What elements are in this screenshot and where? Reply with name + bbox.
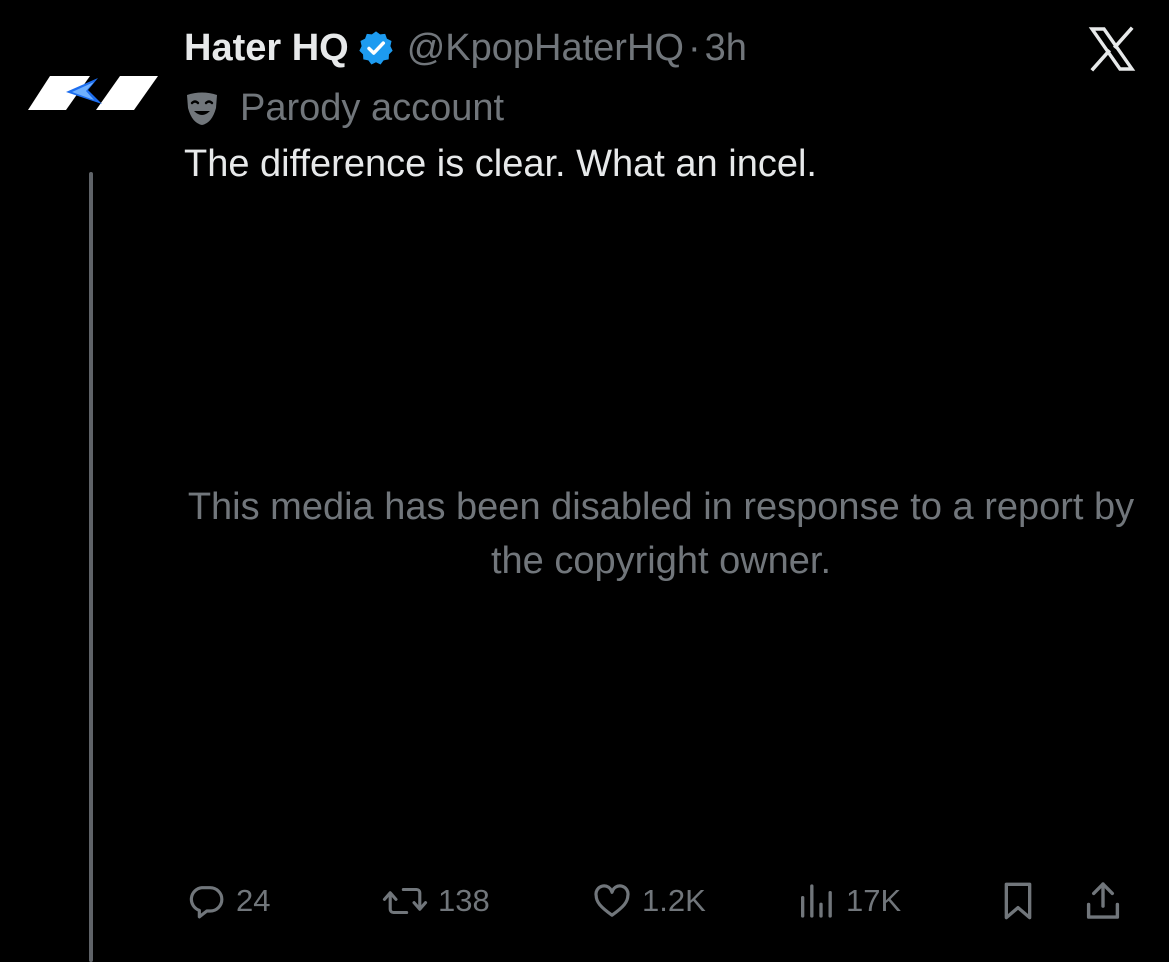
media-disabled-notice: This media has been disabled in response…: [187, 486, 1135, 582]
reply-count: 24: [236, 883, 271, 918]
display-name[interactable]: Hater HQ: [184, 27, 349, 70]
reply-icon: [189, 886, 224, 919]
views-count: 17K: [846, 883, 902, 918]
like-button[interactable]: 1.2K: [592, 876, 706, 926]
share-button[interactable]: [1082, 876, 1124, 926]
thread-line: [89, 172, 93, 962]
handle[interactable]: @KpopHaterHQ: [407, 27, 684, 70]
repost-button[interactable]: 138: [382, 876, 490, 926]
reply-button[interactable]: 24: [186, 876, 270, 926]
avatar[interactable]: [28, 74, 158, 112]
parody-label: Parody account: [240, 86, 505, 129]
bookmark-button[interactable]: [998, 876, 1038, 926]
tweet-header: Hater HQ @KpopHaterHQ · 3h: [184, 24, 747, 72]
timestamp[interactable]: 3h: [705, 27, 747, 70]
repost-count: 138: [438, 883, 490, 918]
tweet-text: The difference is clear. What an incel.: [184, 143, 817, 185]
verified-badge-icon[interactable]: [357, 29, 395, 67]
views-button[interactable]: 17K: [796, 876, 901, 926]
bookmark-icon: [1004, 882, 1032, 920]
like-count: 1.2K: [642, 883, 706, 918]
action-bar: 24 138 1.2K 17K: [184, 876, 1144, 926]
views-chart-icon: [801, 884, 832, 918]
parody-label-row: Parody account: [184, 84, 504, 132]
share-icon: [1086, 882, 1120, 919]
parody-mask-icon: [187, 92, 217, 125]
repost-icon: [382, 887, 428, 915]
separator-dot: ·: [687, 26, 701, 69]
x-logo-icon: [1088, 26, 1136, 72]
heart-icon: [594, 884, 630, 917]
